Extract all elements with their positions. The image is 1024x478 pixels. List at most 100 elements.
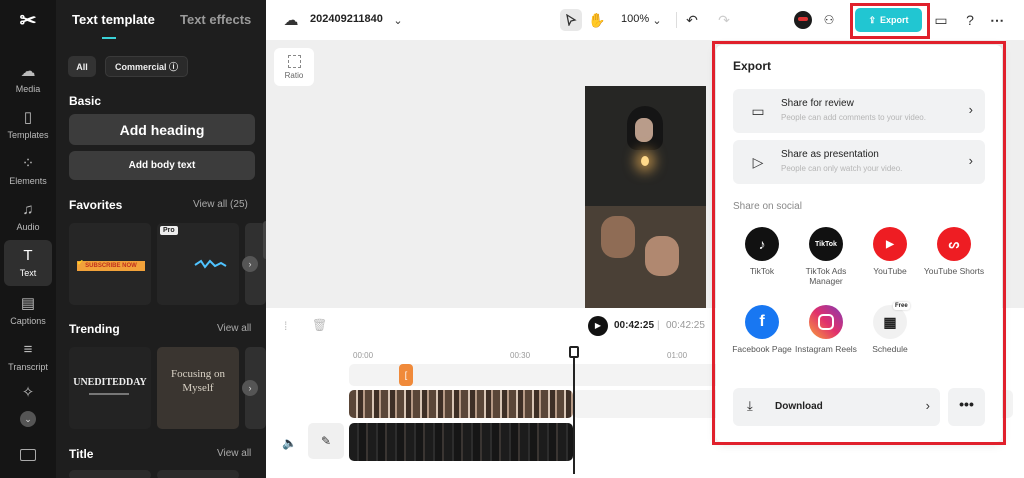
video-track-clip[interactable] bbox=[349, 390, 573, 418]
cover-edit-button[interactable]: ✎ bbox=[308, 423, 344, 459]
trending-template-card[interactable]: Focusing on Myself bbox=[157, 347, 239, 429]
add-body-text-button[interactable]: Add body text bbox=[69, 151, 255, 180]
left-rail: ✂ ☁ Media ▯ Templates ⁘ Elements ♫ Audio… bbox=[0, 0, 56, 478]
ruler-tick: 01:00 bbox=[667, 351, 688, 360]
divider bbox=[676, 12, 677, 28]
export-highlight-box bbox=[850, 3, 930, 39]
rail-item-label: Elements bbox=[9, 176, 47, 186]
chevron-right-icon[interactable]: › bbox=[242, 380, 258, 396]
figure-face bbox=[635, 118, 653, 142]
captions-icon: ▤ bbox=[20, 295, 36, 312]
rail-item-label: Media bbox=[15, 84, 41, 94]
main-video-clip[interactable] bbox=[349, 423, 573, 461]
more-options-icon[interactable]: ⋯ bbox=[986, 9, 1008, 31]
total-time: 00:42:25 bbox=[666, 320, 705, 331]
rail-item-label: Transcript bbox=[8, 362, 48, 372]
video-frame-top bbox=[585, 86, 706, 206]
favorite-template-card[interactable]: Pro bbox=[157, 223, 239, 305]
speaker-icon[interactable]: 🔈 bbox=[282, 436, 297, 450]
checkmark-icon: ✔ bbox=[77, 258, 84, 267]
title-template-card[interactable] bbox=[69, 470, 151, 478]
rail-item-captions[interactable]: ▤ Captions bbox=[4, 288, 52, 334]
capcut-logo-icon[interactable]: ✂ bbox=[16, 8, 40, 32]
ratio-label: Ratio bbox=[284, 70, 304, 80]
trending-template-card[interactable]: UNEDITEDDAY bbox=[69, 347, 151, 429]
avatar-face bbox=[798, 17, 808, 21]
title-template-card[interactable] bbox=[157, 470, 239, 478]
section-basic-title: Basic bbox=[69, 94, 102, 108]
favorites-view-all-link[interactable]: View all (25) bbox=[193, 199, 248, 210]
chevron-right-icon[interactable]: › bbox=[242, 256, 258, 272]
uneditedday-preview: UNEDITEDDAY bbox=[73, 377, 147, 388]
sparkle-icon: ✧ bbox=[21, 384, 35, 401]
active-tab-indicator bbox=[102, 37, 116, 39]
video-frame-bottom bbox=[585, 206, 706, 308]
zoom-level[interactable]: 100% bbox=[621, 13, 649, 25]
focusing-preview: Focusing on Myself bbox=[170, 368, 226, 394]
add-collaborator-icon[interactable]: ⚇ bbox=[818, 9, 840, 31]
filter-commercial[interactable]: Commercial ⓘ bbox=[105, 56, 188, 77]
figure-face bbox=[601, 216, 635, 258]
text-icon: T bbox=[23, 247, 33, 264]
rail-item-templates[interactable]: ▯ Templates bbox=[4, 102, 52, 148]
section-favorites-title: Favorites bbox=[69, 198, 123, 212]
section-trending-title: Trending bbox=[69, 322, 120, 336]
templates-icon: ▯ bbox=[23, 109, 33, 126]
current-time: 00:42:25 bbox=[614, 320, 655, 331]
help-icon[interactable]: ? bbox=[959, 9, 981, 31]
rail-item-transcript[interactable]: ≡ Transcript bbox=[4, 334, 52, 380]
ruler-tick: 00:00 bbox=[353, 351, 374, 360]
time-separator: | bbox=[657, 320, 660, 331]
transcript-icon: ≡ bbox=[23, 341, 33, 358]
hand-pan-icon[interactable]: ✋ bbox=[586, 9, 608, 31]
rail-item-media[interactable]: ☁ Media bbox=[4, 56, 52, 102]
chevron-down-icon[interactable]: ⌄ bbox=[20, 411, 36, 427]
tab-text-effects[interactable]: Text effects bbox=[180, 12, 251, 27]
rail-item-effects[interactable]: ✧ bbox=[4, 382, 52, 406]
rail-item-text[interactable]: T Text bbox=[4, 240, 52, 286]
rail-item-label: Templates bbox=[7, 130, 49, 140]
redo-icon[interactable]: ↷ bbox=[713, 9, 735, 31]
ruler-tick: 00:30 bbox=[510, 351, 531, 360]
figure-face bbox=[645, 236, 679, 276]
delete-icon[interactable]: 🗑 bbox=[312, 318, 327, 332]
candle-light bbox=[641, 156, 649, 166]
rail-item-label: Captions bbox=[10, 316, 46, 326]
video-preview[interactable] bbox=[585, 86, 706, 308]
filter-all[interactable]: All bbox=[68, 56, 96, 77]
ratio-icon bbox=[287, 54, 301, 68]
project-name[interactable]: 202409211840 bbox=[310, 13, 383, 25]
rail-item-elements[interactable]: ⁘ Elements bbox=[4, 148, 52, 194]
text-template-panel: Text template Text effects All Commercia… bbox=[56, 0, 266, 478]
present-screen-icon[interactable]: ▭ bbox=[930, 9, 952, 31]
add-heading-button[interactable]: Add heading bbox=[69, 114, 255, 145]
rail-item-label: Audio bbox=[16, 222, 40, 232]
chevron-down-icon[interactable]: ⌄ bbox=[646, 9, 668, 31]
rail-item-audio[interactable]: ♫ Audio bbox=[4, 194, 52, 240]
rail-item-label: Text bbox=[19, 268, 37, 278]
cloud-sync-icon[interactable]: ☁ bbox=[280, 9, 302, 31]
avatar[interactable] bbox=[794, 11, 812, 29]
keyboard-icon[interactable] bbox=[20, 449, 36, 461]
cloud-upload-icon: ☁ bbox=[20, 63, 36, 80]
play-button[interactable]: ▶ bbox=[588, 316, 608, 336]
playhead-handle[interactable] bbox=[569, 346, 579, 358]
undo-icon[interactable]: ↶ bbox=[681, 9, 703, 31]
elements-icon: ⁘ bbox=[21, 155, 35, 172]
ratio-button[interactable]: Ratio bbox=[274, 48, 314, 86]
favorite-template-card[interactable]: SUBSCRIBE NOW ✔ bbox=[69, 223, 151, 305]
section-title-title: Title bbox=[69, 447, 94, 461]
title-view-all-link[interactable]: View all bbox=[217, 448, 251, 459]
subscribe-template-preview: SUBSCRIBE NOW bbox=[77, 261, 145, 271]
tab-text-template[interactable]: Text template bbox=[72, 12, 155, 27]
chevron-down-icon[interactable]: ⌄ bbox=[387, 9, 409, 31]
app-root: ✂ ☁ Media ▯ Templates ⁘ Elements ♫ Audio… bbox=[0, 0, 1024, 478]
dialog-highlight-box bbox=[712, 41, 1006, 445]
playhead[interactable] bbox=[569, 346, 579, 474]
text-clip[interactable]: [ bbox=[399, 364, 413, 386]
pro-badge: Pro bbox=[160, 226, 178, 235]
split-icon[interactable]: ⁞ bbox=[284, 319, 287, 333]
trending-view-all-link[interactable]: View all bbox=[217, 323, 251, 334]
music-note-icon: ♫ bbox=[22, 201, 34, 218]
select-pointer-icon[interactable] bbox=[560, 9, 582, 31]
